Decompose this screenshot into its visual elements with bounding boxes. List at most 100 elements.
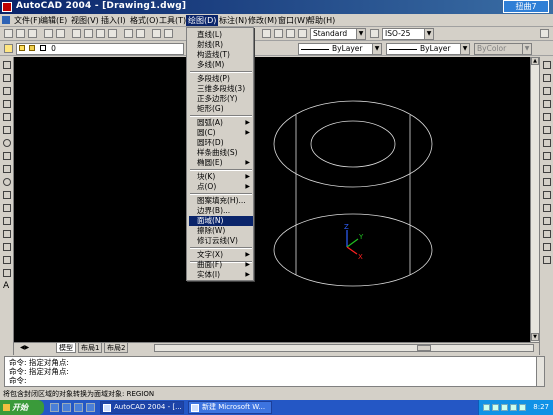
arc-tool-icon[interactable] bbox=[3, 126, 11, 134]
spline-tool-icon[interactable] bbox=[3, 165, 11, 173]
chevron-down-icon[interactable]: ▼ bbox=[460, 44, 469, 54]
quicklaunch-media-icon[interactable] bbox=[74, 403, 83, 412]
menu-insert[interactable]: 插入(I) bbox=[99, 15, 128, 26]
revcloud-tool-icon[interactable] bbox=[3, 152, 11, 160]
tray-icon[interactable] bbox=[510, 404, 517, 411]
print-icon[interactable] bbox=[44, 29, 53, 38]
plot-style-select[interactable]: ByColor ▼ bbox=[474, 43, 532, 55]
tray-icon[interactable] bbox=[519, 404, 526, 411]
line-tool-icon[interactable] bbox=[3, 61, 11, 69]
erase-tool-icon[interactable] bbox=[543, 61, 551, 69]
offset-tool-icon[interactable] bbox=[543, 100, 551, 108]
copy-tool-icon[interactable] bbox=[543, 74, 551, 82]
menu-item-solids[interactable]: 实体(I) ▶ bbox=[189, 270, 253, 280]
copy-icon[interactable] bbox=[84, 29, 93, 38]
menu-item-boundary[interactable]: 边界(B)... bbox=[189, 206, 253, 216]
open-file-icon[interactable] bbox=[16, 29, 25, 38]
pan-icon[interactable] bbox=[152, 29, 161, 38]
cylinder-top-inner-ellipse[interactable] bbox=[310, 120, 396, 168]
fillet-tool-icon[interactable] bbox=[543, 243, 551, 251]
polygon-tool-icon[interactable] bbox=[3, 100, 11, 108]
preview-icon[interactable] bbox=[56, 29, 65, 38]
menu-item-rectangle[interactable]: 矩形(G) bbox=[189, 104, 253, 114]
properties-icon[interactable] bbox=[262, 29, 271, 38]
scale-tool-icon[interactable] bbox=[543, 152, 551, 160]
save-icon[interactable] bbox=[28, 29, 37, 38]
rotate-tool-icon[interactable] bbox=[543, 139, 551, 147]
start-button[interactable]: 开始 bbox=[0, 400, 44, 415]
table-tool-icon[interactable] bbox=[3, 269, 11, 277]
match-properties-icon[interactable] bbox=[108, 29, 117, 38]
break-tool-icon[interactable] bbox=[543, 204, 551, 212]
lineweight-select[interactable]: ByLayer ▼ bbox=[386, 43, 470, 55]
drawing-canvas[interactable]: Z Y X bbox=[14, 57, 530, 342]
dim-style-select[interactable]: ISO-25 ▼ bbox=[382, 28, 434, 40]
extend-tool-icon[interactable] bbox=[543, 191, 551, 199]
undo-icon[interactable] bbox=[124, 29, 133, 38]
cut-icon[interactable] bbox=[72, 29, 81, 38]
tab-layout1[interactable]: 布局1 bbox=[78, 343, 103, 353]
menu-help[interactable]: 帮助(H) bbox=[305, 15, 337, 26]
polyline-tool-icon[interactable] bbox=[3, 87, 11, 95]
paste-icon[interactable] bbox=[96, 29, 105, 38]
zoom-icon[interactable] bbox=[164, 29, 173, 38]
layer-select[interactable]: 0 bbox=[16, 43, 184, 55]
task-autocad[interactable]: AutoCAD 2004 - [... bbox=[100, 401, 184, 414]
horizontal-scroll-thumb[interactable] bbox=[417, 345, 431, 351]
insert-block-tool-icon[interactable] bbox=[3, 204, 11, 212]
text-style-icon[interactable] bbox=[298, 29, 307, 38]
document-icon[interactable] bbox=[2, 16, 10, 24]
move-tool-icon[interactable] bbox=[543, 126, 551, 134]
task-word[interactable]: 新建 Microsoft W... bbox=[188, 401, 272, 414]
construction-line-tool-icon[interactable] bbox=[3, 74, 11, 82]
mirror-tool-icon[interactable] bbox=[543, 87, 551, 95]
new-file-icon[interactable] bbox=[4, 29, 13, 38]
menu-modify[interactable]: 修改(M) bbox=[246, 15, 279, 26]
ellipse-arc-tool-icon[interactable] bbox=[3, 191, 11, 199]
menu-item-multiline[interactable]: 多线(M) bbox=[189, 60, 253, 70]
menu-item-construction-line[interactable]: 构造线(T) bbox=[189, 50, 253, 60]
trim-tool-icon[interactable] bbox=[543, 178, 551, 186]
help-icon[interactable] bbox=[286, 29, 295, 38]
menu-dimension[interactable]: 标注(N) bbox=[217, 15, 249, 26]
quicklaunch-ie-icon[interactable] bbox=[50, 403, 59, 412]
explode-tool-icon[interactable] bbox=[543, 256, 551, 264]
menu-item-arc[interactable]: 圆弧(A) ▶ bbox=[189, 118, 253, 128]
command-scrollbar[interactable] bbox=[536, 357, 544, 386]
menu-item-polygon[interactable]: 正多边形(Y) bbox=[189, 94, 253, 104]
menu-item-block[interactable]: 块(K) ▶ bbox=[189, 172, 253, 182]
text-style-select[interactable]: Standard ▼ bbox=[310, 28, 366, 40]
layer-manager-icon[interactable] bbox=[4, 44, 13, 53]
make-block-tool-icon[interactable] bbox=[3, 217, 11, 225]
ellipse-tool-icon[interactable] bbox=[3, 178, 11, 186]
design-center-icon[interactable] bbox=[274, 29, 283, 38]
redo-icon[interactable] bbox=[136, 29, 145, 38]
menu-tools[interactable]: 工具(T) bbox=[157, 15, 188, 26]
tray-icon[interactable] bbox=[501, 404, 508, 411]
menu-view[interactable]: 视图(V) bbox=[69, 15, 101, 26]
stretch-tool-icon[interactable] bbox=[543, 165, 551, 173]
chamfer-tool-icon[interactable] bbox=[543, 230, 551, 238]
horizontal-scrollbar[interactable] bbox=[154, 344, 534, 352]
tab-model[interactable]: 模型 bbox=[56, 343, 76, 353]
quicklaunch-desktop-icon[interactable] bbox=[62, 403, 71, 412]
hatch-tool-icon[interactable] bbox=[3, 243, 11, 251]
window-badge[interactable]: 扭曲7 bbox=[503, 0, 549, 13]
menu-item-surfaces[interactable]: 曲面(F) ▶ bbox=[189, 260, 253, 270]
chevron-down-icon[interactable]: ▼ bbox=[522, 44, 531, 54]
menu-item-line[interactable]: 直线(L) bbox=[189, 30, 253, 40]
scroll-down-icon[interactable]: ▼ bbox=[531, 333, 539, 341]
chevron-down-icon[interactable]: ▼ bbox=[372, 44, 381, 54]
menu-item-hatch[interactable]: 图案填充(H)... bbox=[189, 196, 253, 206]
linetype-select[interactable]: ByLayer ▼ bbox=[298, 43, 382, 55]
menu-item-circle[interactable]: 圆(C) ▶ bbox=[189, 128, 253, 138]
scroll-up-icon[interactable]: ▲ bbox=[531, 57, 539, 65]
quicklaunch-explorer-icon[interactable] bbox=[86, 403, 95, 412]
chevron-down-icon[interactable]: ▼ bbox=[424, 29, 433, 39]
toolbar-extra-icon[interactable] bbox=[540, 29, 549, 38]
cylinder-top-outer-ellipse[interactable] bbox=[273, 100, 433, 188]
menu-item-polyline[interactable]: 多段线(P) bbox=[189, 74, 253, 84]
menu-item-ray[interactable]: 射线(R) bbox=[189, 40, 253, 50]
menu-item-text[interactable]: 文字(X) ▶ bbox=[189, 250, 253, 260]
tray-icon[interactable] bbox=[492, 404, 499, 411]
